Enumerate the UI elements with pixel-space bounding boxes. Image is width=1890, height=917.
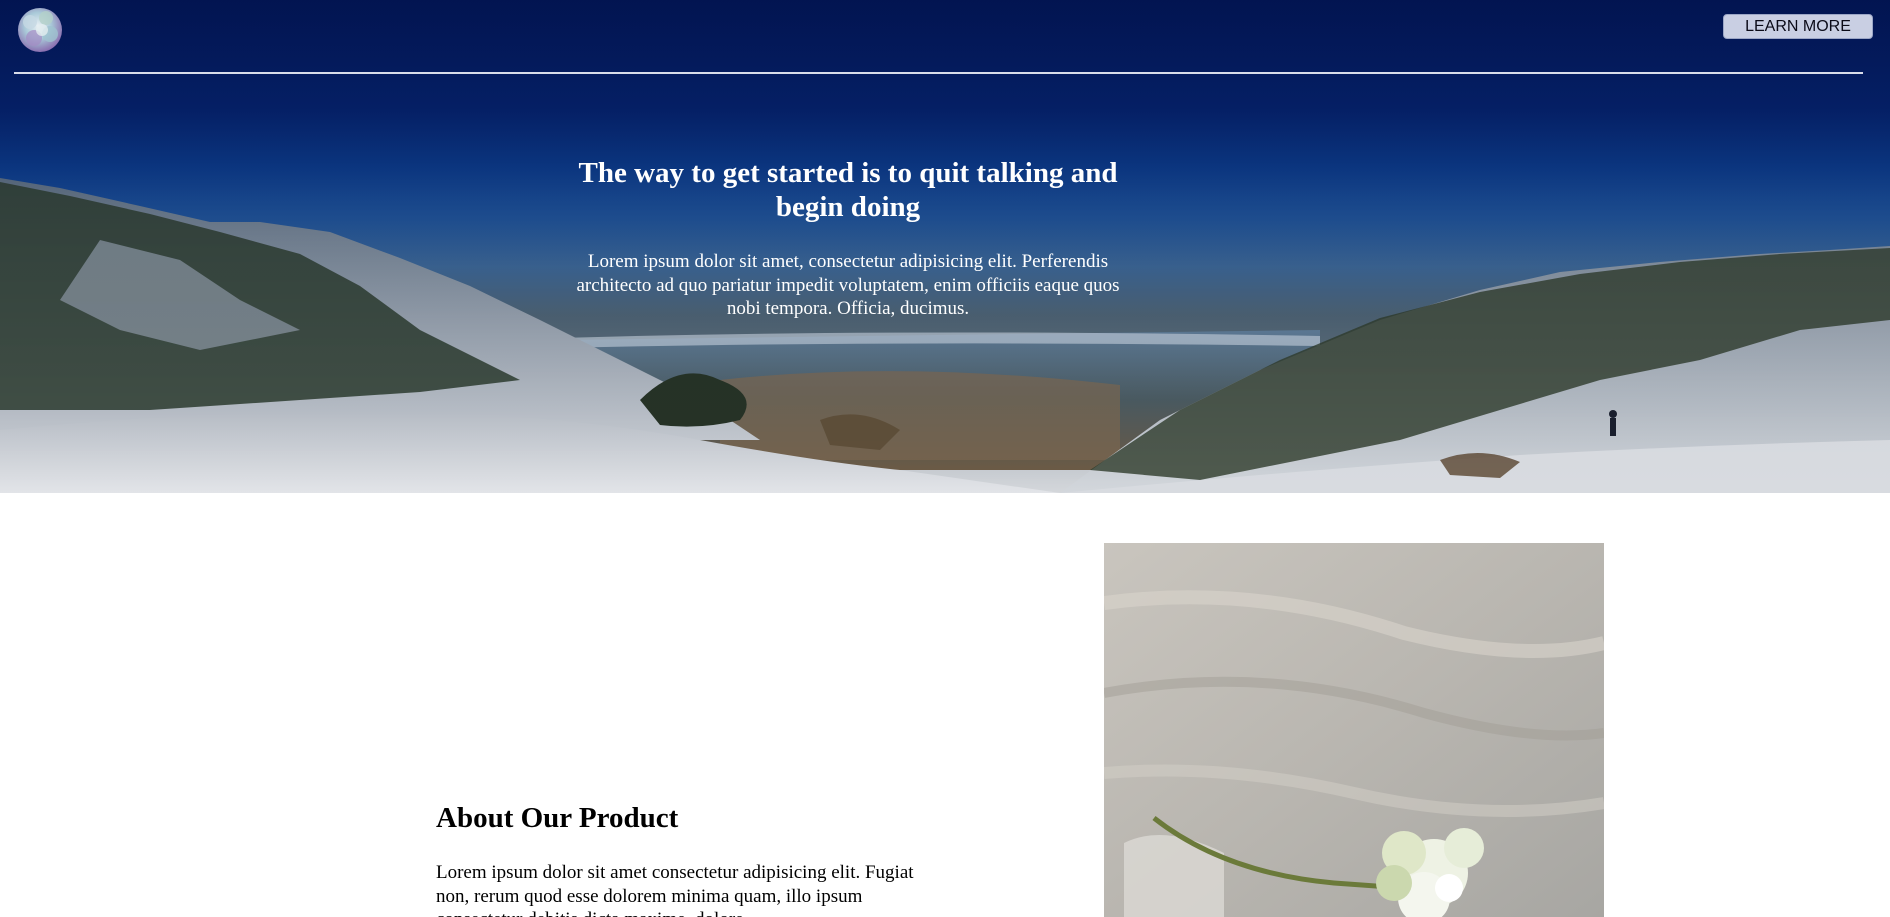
- hero-content: The way to get started is to quit talkin…: [548, 156, 1148, 321]
- about-title: About Our Product: [436, 802, 679, 834]
- about-text: Lorem ipsum dolor sit amet consectetur a…: [436, 862, 914, 917]
- hero-subtitle: Lorem ipsum dolor sit amet, consectetur …: [576, 251, 1120, 319]
- hero-title: The way to get started is to quit talkin…: [578, 157, 1118, 223]
- hydrangea-logo[interactable]: [12, 2, 68, 58]
- hero-section: LEARN MORE The way to get started is to …: [0, 0, 1890, 493]
- about-section: About Our Product Lorem ipsum dolor sit …: [436, 800, 916, 917]
- white-hydrangea-photo: [1104, 543, 1604, 917]
- learn-more-button[interactable]: LEARN MORE: [1723, 14, 1873, 39]
- header-divider: [14, 72, 1863, 74]
- landing-page: LEARN MORE The way to get started is to …: [0, 0, 1890, 917]
